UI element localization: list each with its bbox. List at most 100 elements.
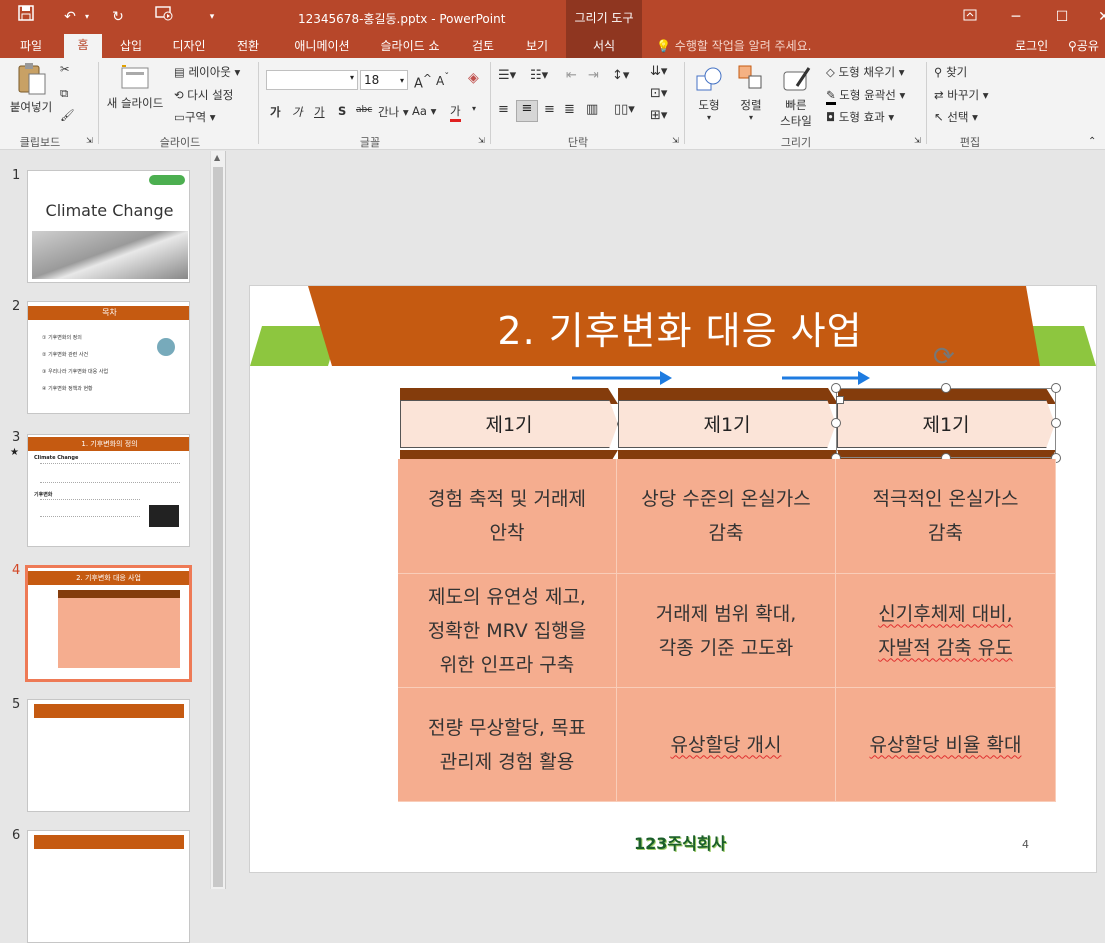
table-cell-r3c2[interactable]: 유상할당 개시	[617, 688, 836, 802]
table-cell-r3c1[interactable]: 전량 무상할당, 목표 관리제 경험 활용	[398, 688, 617, 802]
italic-button[interactable]: 가	[292, 104, 303, 120]
shape-effects-button[interactable]: ◘ 도형 효과 ▾	[826, 109, 894, 125]
section-button[interactable]: ▭구역 ▾	[174, 109, 215, 125]
change-case-button[interactable]: Aa ▾	[412, 104, 436, 118]
ribbon-display-options-icon[interactable]	[958, 5, 982, 29]
tab-design[interactable]: 디자인	[162, 37, 216, 55]
find-button[interactable]: ⚲ 찾기	[934, 64, 967, 80]
scroll-up-icon[interactable]: ▲	[214, 153, 220, 162]
paste-button[interactable]: 붙여넣기	[8, 62, 54, 122]
slide-thumbnail-5[interactable]	[27, 699, 190, 812]
slide-thumbnail-3[interactable]: 1. 기후변화의 정의 Climate Change 기후변화	[27, 434, 190, 547]
slide-title[interactable]: 2. 기후변화 대응 사업	[340, 300, 1020, 355]
shape-outline-button[interactable]: ✎ 도형 윤곽선 ▾	[826, 87, 905, 105]
tab-home[interactable]: 홈	[64, 34, 102, 58]
paragraph-launcher-icon[interactable]: ⇲	[672, 136, 679, 145]
period-header-1[interactable]: 제1기	[400, 400, 618, 448]
tab-review[interactable]: 검토	[460, 37, 506, 55]
distributed-icon[interactable]: ▥	[586, 102, 598, 117]
redo-icon[interactable]: ↻	[106, 5, 130, 29]
tab-animations[interactable]: 애니메이션	[282, 37, 362, 55]
reset-button[interactable]: ⟲ 다시 설정	[174, 87, 233, 103]
select-button[interactable]: ↖ 선택 ▾	[934, 109, 978, 125]
align-center-icon[interactable]: ≡	[516, 100, 538, 122]
thumbnail-scrollbar[interactable]: ▲	[210, 151, 225, 889]
smartart-icon[interactable]: ⊞▾	[650, 108, 667, 123]
increase-indent-icon[interactable]: ⇥	[588, 68, 599, 83]
close-icon[interactable]: ✕	[1092, 5, 1105, 29]
tab-view[interactable]: 보기	[514, 37, 560, 55]
align-text-icon[interactable]: ⊡▾	[650, 86, 667, 101]
scroll-thumb[interactable]	[213, 167, 223, 887]
arrange-button[interactable]: 정렬 ▾	[734, 64, 768, 122]
underline-button[interactable]: 가	[314, 104, 325, 120]
table-cell-r1c3[interactable]: 적극적인 온실가스 감축	[836, 459, 1056, 574]
shape-fill-button[interactable]: ◇ 도형 채우기 ▾	[826, 64, 905, 80]
tab-transitions[interactable]: 전환	[226, 37, 270, 55]
minimize-icon[interactable]: ─	[1004, 5, 1028, 29]
maximize-icon[interactable]: ☐	[1050, 5, 1074, 29]
new-slide-button[interactable]: 새 슬라이드	[102, 62, 168, 111]
slide-thumbnail-2[interactable]: 목차 ① 기후변화의 정의 ② 기후변화 관련 사건 ③ 우리나라 기후변화 대…	[27, 301, 190, 414]
columns-icon[interactable]: ▯▯▾	[614, 102, 635, 117]
undo-icon[interactable]: ↶	[58, 5, 82, 29]
format-painter-icon[interactable]: 🖌	[60, 108, 75, 122]
tell-me-box[interactable]: 💡 수행할 작업을 알려 주세요.	[656, 37, 811, 54]
quick-styles-button[interactable]: 빠른 스타일	[772, 64, 820, 129]
layout-button[interactable]: ▤ 레이아웃 ▾	[174, 64, 240, 80]
share-button[interactable]: ⚲공유	[1068, 37, 1099, 54]
table-cell-r2c2[interactable]: 거래제 범위 확대, 각종 기준 고도화	[617, 574, 836, 688]
slide-thumbnail-1[interactable]: Climate Change	[27, 170, 190, 283]
justify-icon[interactable]: ≣	[564, 102, 575, 117]
table-cell-r1c1[interactable]: 경험 축적 및 거래제 안착	[398, 459, 617, 574]
table-cell-r2c1[interactable]: 제도의 유연성 제고, 정확한 MRV 집행을 위한 인프라 구축	[398, 574, 617, 688]
rotate-handle-icon[interactable]: ⟳	[933, 342, 955, 372]
tab-insert[interactable]: 삽입	[110, 37, 152, 55]
character-spacing-button[interactable]: 간나 ▾	[378, 104, 409, 120]
shadow-button[interactable]: S	[338, 104, 346, 118]
slide-thumbnail-4-selected[interactable]: 2. 기후변화 대응 사업	[25, 565, 192, 682]
resize-handle[interactable]	[1051, 418, 1061, 428]
table-cell-r3c3[interactable]: 유상할당 비율 확대	[836, 688, 1056, 802]
font-size-combobox[interactable]: 18 ▾	[360, 70, 408, 90]
align-right-icon[interactable]: ≡	[544, 102, 555, 117]
font-color-dropdown-icon[interactable]: ▾	[472, 104, 476, 113]
adjust-handle[interactable]	[836, 396, 844, 404]
shrink-font-icon[interactable]: Aˇ	[436, 72, 449, 88]
clear-formatting-icon[interactable]: ◈	[468, 70, 479, 86]
strikethrough-button[interactable]: abc	[356, 105, 372, 115]
shapes-button[interactable]: 도형 ▾	[690, 64, 728, 122]
align-left-icon[interactable]: ≡	[498, 102, 509, 117]
undo-dropdown-icon[interactable]: ▾	[80, 5, 94, 29]
numbering-icon[interactable]: ☷▾	[530, 68, 548, 83]
save-icon[interactable]	[14, 5, 38, 29]
font-name-combobox[interactable]: ▾	[266, 70, 358, 90]
resize-handle[interactable]	[831, 418, 841, 428]
font-launcher-icon[interactable]: ⇲	[478, 136, 485, 145]
login-link[interactable]: 로그인	[1015, 37, 1048, 54]
tab-slideshow[interactable]: 슬라이드 쇼	[372, 37, 448, 55]
table-cell-r1c2[interactable]: 상당 수준의 온실가스 감축	[617, 459, 836, 574]
grow-font-icon[interactable]: A^	[414, 72, 432, 91]
customize-toolbar-icon[interactable]: ▾	[200, 5, 224, 29]
bold-button[interactable]: 가	[270, 104, 281, 120]
table-cell-r2c3[interactable]: 신기후체제 대비, 자발적 감축 유도	[836, 574, 1056, 688]
clipboard-launcher-icon[interactable]: ⇲	[86, 136, 93, 145]
resize-handle[interactable]	[1051, 383, 1061, 393]
copy-icon[interactable]: ⧉	[60, 86, 68, 101]
replace-button[interactable]: ⇄ 바꾸기 ▾	[934, 87, 988, 103]
slide-thumbnail-6[interactable]	[27, 830, 190, 943]
cut-icon[interactable]: ✂	[60, 62, 70, 76]
period-header-2[interactable]: 제1기	[618, 400, 836, 448]
present-from-start-icon[interactable]	[152, 5, 176, 29]
tab-format[interactable]: 서식	[566, 37, 642, 55]
font-color-button[interactable]: 가	[450, 103, 461, 122]
collapse-ribbon-icon[interactable]: ⌃	[1088, 136, 1096, 147]
line-spacing-icon[interactable]: ↕▾	[612, 68, 629, 83]
drawing-launcher-icon[interactable]: ⇲	[914, 136, 921, 145]
text-direction-icon[interactable]: ⇊▾	[650, 64, 667, 79]
decrease-indent-icon[interactable]: ⇤	[566, 68, 577, 83]
tab-file[interactable]: 파일	[14, 37, 48, 55]
resize-handle[interactable]	[941, 383, 951, 393]
resize-handle[interactable]	[831, 383, 841, 393]
